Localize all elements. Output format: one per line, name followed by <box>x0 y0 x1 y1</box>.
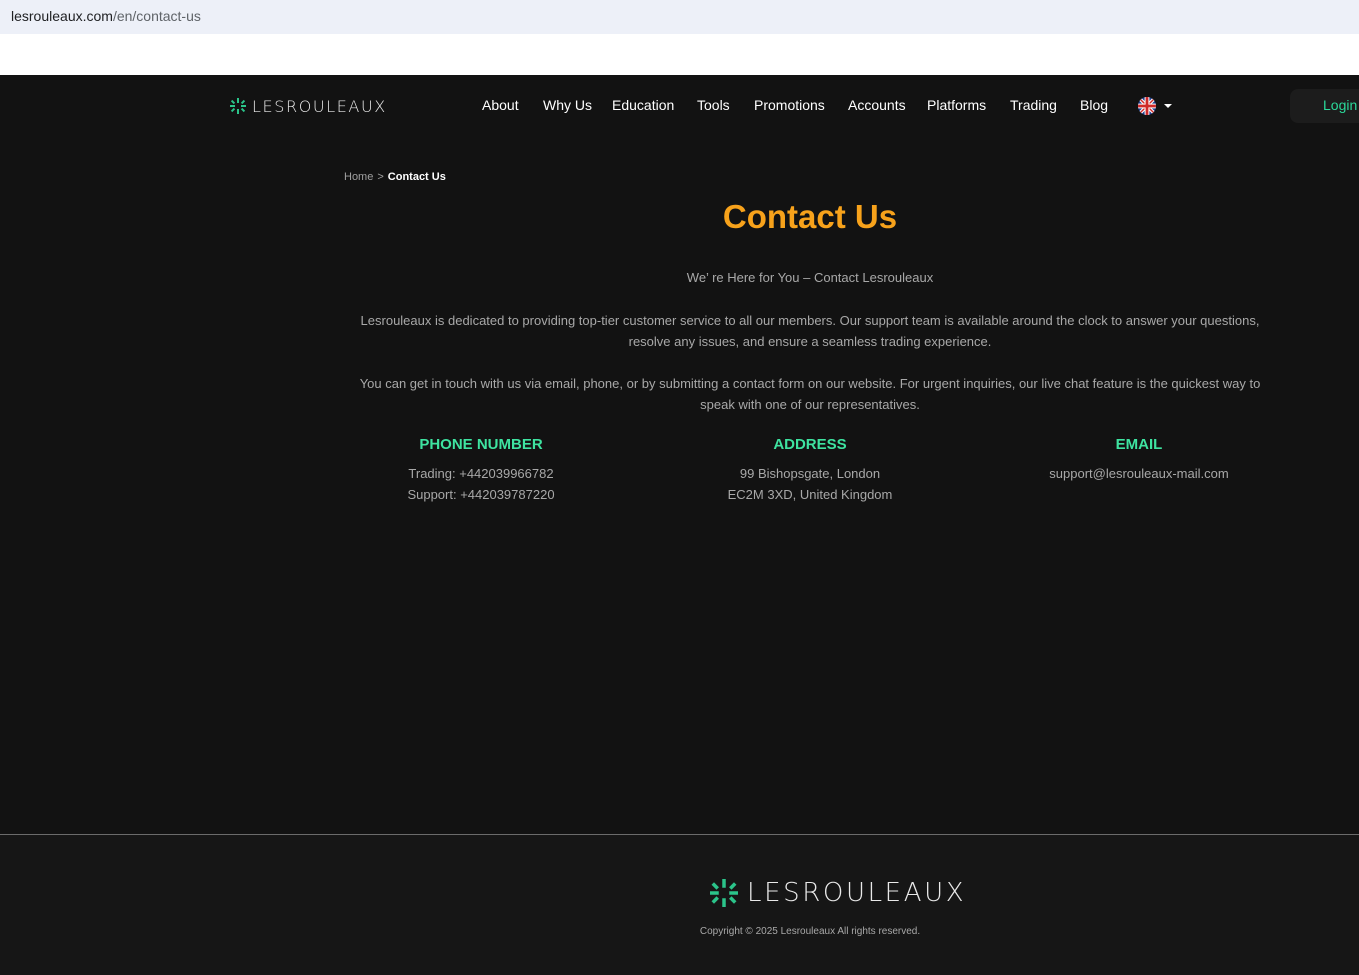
phone-heading: PHONE NUMBER <box>419 436 543 453</box>
footer-logo[interactable]: LESROULEAUX <box>710 878 966 908</box>
nav-accounts[interactable]: Accounts <box>848 97 906 113</box>
nav-why-us[interactable]: Why Us <box>543 97 592 113</box>
nav-about[interactable]: About <box>482 97 519 113</box>
logo-mark-icon <box>710 879 738 907</box>
phone-support[interactable]: Support: +442039787220 <box>331 484 631 505</box>
nav-tools[interactable]: Tools <box>697 97 730 113</box>
address-line-1: 99 Bishopsgate, London <box>739 466 881 481</box>
intro-paragraph: Lesrouleaux is dedicated to providing to… <box>360 313 1260 349</box>
contact-methods-paragraph: You can get in touch with us via email, … <box>359 376 1261 412</box>
email-section: EMAIL support@lesrouleaux-mail.com <box>989 436 1289 484</box>
browser-spacer <box>0 34 1359 75</box>
nav-trading[interactable]: Trading <box>1010 97 1057 113</box>
address-heading: ADDRESS <box>773 436 847 453</box>
address-section: ADDRESS 99 Bishopsgate, London EC2M 3XD,… <box>660 436 960 505</box>
language-selector[interactable] <box>1138 97 1174 115</box>
nav-promotions[interactable]: Promotions <box>754 97 825 113</box>
site-footer: LESROULEAUX Copyright © 2025 Lesrouleaux… <box>0 835 1359 975</box>
browser-address-bar[interactable]: lesrouleaux.com/en/contact-us <box>0 0 1359 34</box>
site-header: LESROULEAUX About Why Us Education Tools… <box>0 75 1359 137</box>
header-logo[interactable]: LESROULEAUX <box>230 96 387 116</box>
footer-logo-wordmark: LESROULEAUX <box>747 878 967 908</box>
logo-mark-icon <box>230 98 246 114</box>
copyright-text: Copyright © 2025 Lesrouleaux All rights … <box>699 926 921 937</box>
logo-wordmark: LESROULEAUX <box>252 96 387 116</box>
breadcrumb-current: Contact Us <box>387 171 446 183</box>
breadcrumb: Home > Contact Us <box>344 171 446 183</box>
url-path: /en/contact-us <box>112 8 201 24</box>
email-address-link[interactable]: support@lesrouleaux-mail.com <box>989 463 1289 484</box>
email-heading: EMAIL <box>1115 436 1163 453</box>
url-host: lesrouleaux.com <box>11 8 113 24</box>
url-text[interactable]: lesrouleaux.com/en/contact-us <box>11 8 201 24</box>
uk-flag-icon <box>1138 97 1156 115</box>
page-subtitle: We’ re Here for You – Contact Lesrouleau… <box>686 270 934 285</box>
breadcrumb-home[interactable]: Home <box>344 171 373 183</box>
chevron-down-icon <box>1164 104 1172 108</box>
breadcrumb-separator: > <box>377 171 384 183</box>
phone-trading[interactable]: Trading: +442039966782 <box>331 463 631 484</box>
login-label: Login <box>1323 97 1358 113</box>
nav-blog[interactable]: Blog <box>1080 97 1108 113</box>
nav-education[interactable]: Education <box>612 97 674 113</box>
page: LESROULEAUX About Why Us Education Tools… <box>0 75 1359 975</box>
login-button[interactable]: Login <box>1290 89 1359 123</box>
nav-platforms[interactable]: Platforms <box>927 97 986 113</box>
page-title: Contact Us <box>722 198 898 235</box>
phone-section: PHONE NUMBER Trading: +442039966782 Supp… <box>331 436 631 505</box>
address-line-2: EC2M 3XD, United Kingdom <box>727 487 893 502</box>
